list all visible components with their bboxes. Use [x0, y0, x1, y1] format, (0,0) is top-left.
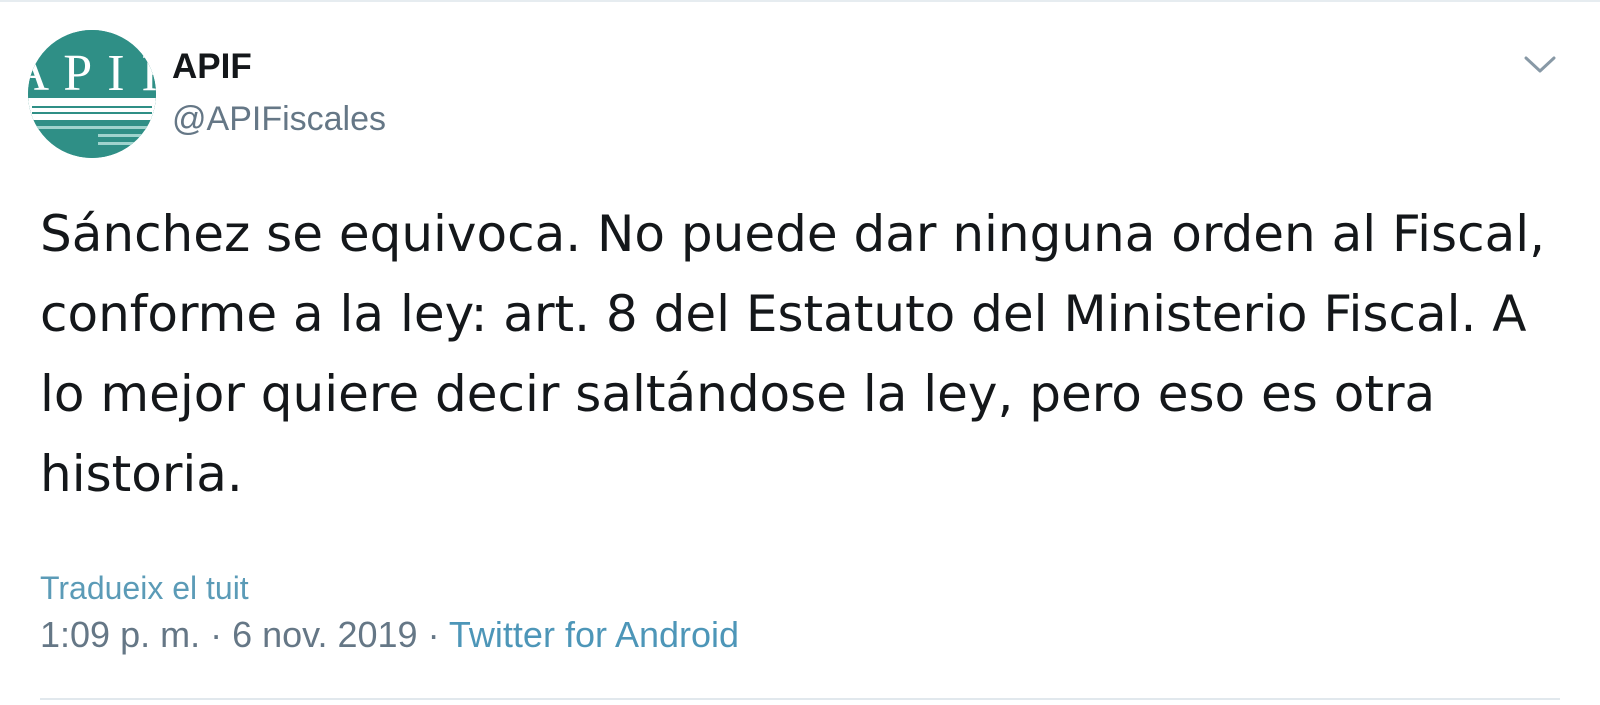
avatar[interactable]: A P I F [28, 30, 156, 158]
tweet-card: A P I F APIF @APIFiscales Sánchez se equ… [0, 0, 1600, 705]
tweet-time[interactable]: 1:09 p. m. [40, 614, 200, 655]
author-block: APIF @APIFiscales [172, 44, 386, 142]
translate-tweet-link[interactable]: Tradueix el tuit [40, 568, 249, 608]
meta-separator: · [417, 614, 449, 655]
apif-logo-icon: A P I F [28, 30, 156, 158]
tweet-date[interactable]: 6 nov. 2019 [232, 614, 417, 655]
display-name[interactable]: APIF [172, 44, 386, 90]
top-divider [0, 0, 1600, 2]
user-handle[interactable]: @APIFiscales [172, 96, 386, 142]
tweet-source-link[interactable]: Twitter for Android [449, 614, 739, 655]
meta-separator: · [200, 614, 233, 655]
tweet-text: Sánchez se equivoca. No puede dar ningun… [40, 205, 1546, 503]
svg-text:A P I F: A P I F [28, 45, 156, 102]
chevron-down-icon [1524, 56, 1556, 73]
bottom-divider [40, 698, 1560, 700]
tweet-metadata: 1:09 p. m. · 6 nov. 2019 · Twitter for A… [40, 612, 739, 658]
tweet-menu-button[interactable] [1520, 44, 1560, 84]
